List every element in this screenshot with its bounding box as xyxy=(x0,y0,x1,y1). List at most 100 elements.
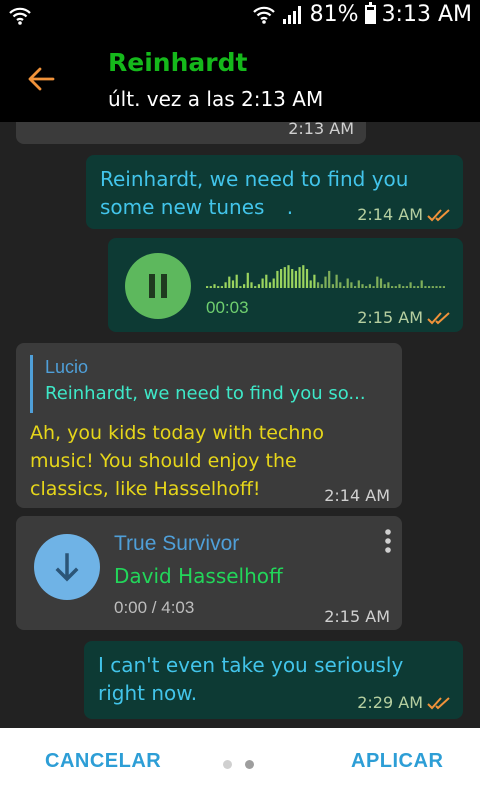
audio-artist: David Hasselhoff xyxy=(114,564,283,588)
waveform-bar xyxy=(365,286,368,288)
waveform-bar xyxy=(409,282,412,288)
battery-percent: 81% xyxy=(309,2,359,27)
waveform-bar xyxy=(405,286,408,288)
message-time: 2:13 AM xyxy=(288,122,354,138)
waveform-bar xyxy=(235,274,238,288)
page-indicator-dot-2[interactable] xyxy=(245,760,254,769)
waveform-bar xyxy=(387,282,390,288)
voice-message-bubble[interactable]: 00:03 2:15 AM xyxy=(108,238,463,332)
voice-elapsed-time: 00:03 xyxy=(206,298,249,317)
waveform-bar xyxy=(209,286,212,288)
waveform-bar xyxy=(354,286,357,288)
double-check-icon xyxy=(427,312,450,325)
waveform-bar xyxy=(246,272,249,288)
waveform-bar xyxy=(331,284,334,288)
waveform-bar xyxy=(442,286,445,288)
waveform-bar xyxy=(320,284,323,288)
waveform-bar xyxy=(268,282,272,288)
message-bubble-outgoing[interactable]: Reinhardt, we need to find you some new … xyxy=(86,155,463,229)
message-bubble-outgoing[interactable]: I can't even take you seriously right no… xyxy=(84,641,463,719)
wifi-icon xyxy=(252,6,275,24)
message-time: 2:15 AM xyxy=(357,308,423,327)
audio-progress: 0:00 / 4:03 xyxy=(114,598,195,617)
last-seen-status: últ. vez a las 2:13 AM xyxy=(108,87,324,111)
chat-header: Reinhardt últ. vez a las 2:13 AM xyxy=(0,34,480,122)
waveform-bar xyxy=(239,286,242,288)
waveform-bar xyxy=(272,278,275,288)
waveform-bar xyxy=(309,280,312,288)
reply-quote[interactable]: Lucio Reinhardt, we need to find you so.… xyxy=(30,355,386,413)
waveform-bar xyxy=(220,286,223,288)
audio-waveform[interactable] xyxy=(206,264,448,288)
message-time: 2:29 AM xyxy=(357,693,423,712)
waveform-bar xyxy=(383,284,386,288)
waveform-bar xyxy=(346,278,349,288)
download-button[interactable] xyxy=(34,534,100,600)
back-arrow-icon[interactable] xyxy=(26,64,56,94)
audio-title: True Survivor xyxy=(114,532,240,555)
waveform-bar xyxy=(257,284,260,288)
waveform-bar xyxy=(350,282,353,288)
waveform-bar xyxy=(420,280,423,288)
waveform-bar xyxy=(439,286,442,288)
waveform-bar xyxy=(413,286,416,288)
waveform-bar xyxy=(243,284,246,288)
waveform-bar xyxy=(402,286,405,288)
waveform-bar xyxy=(357,280,360,288)
waveform-bar xyxy=(313,274,316,288)
waveform-bar xyxy=(361,284,364,288)
waveform-bar xyxy=(231,280,235,288)
message-time: 2:15 AM xyxy=(324,607,390,626)
waveform-bar xyxy=(424,286,427,288)
message-time: 2:14 AM xyxy=(357,205,423,224)
bottom-action-bar: CANCELAR APLICAR xyxy=(0,728,480,800)
waveform-bar xyxy=(368,284,371,288)
audio-file-bubble[interactable]: True Survivor David Hasselhoff 0:00 / 4:… xyxy=(16,516,402,630)
waveform-bar xyxy=(428,286,431,288)
waveform-bar xyxy=(435,286,438,288)
waveform-bar xyxy=(394,286,397,288)
more-options-icon[interactable] xyxy=(382,528,394,554)
battery-icon xyxy=(364,2,376,24)
quoted-author: Lucio xyxy=(45,357,89,377)
waveform-bar xyxy=(317,282,320,288)
waveform-bar xyxy=(372,286,375,288)
waveform-bar xyxy=(283,267,286,288)
apply-button[interactable]: APLICAR xyxy=(351,750,443,773)
message-bubble-incoming[interactable]: 2:13 AM xyxy=(16,122,366,144)
waveform-bar xyxy=(287,265,290,288)
download-arrow-icon xyxy=(55,553,79,582)
waveform-bar xyxy=(328,270,331,288)
pause-icon xyxy=(149,274,167,298)
wifi-icon xyxy=(9,7,31,25)
double-check-icon xyxy=(427,209,450,222)
waveform-bar xyxy=(261,278,264,288)
page-indicator-dot-1[interactable] xyxy=(223,760,232,769)
waveform-bar xyxy=(276,270,279,288)
waveform-bar xyxy=(291,269,294,288)
contact-name[interactable]: Reinhardt xyxy=(108,48,247,77)
waveform-bar xyxy=(335,274,338,288)
waveform-bar xyxy=(376,276,379,288)
double-check-icon xyxy=(427,697,450,710)
waveform-bar xyxy=(379,278,383,288)
waveform-bar xyxy=(294,270,297,288)
waveform-bar xyxy=(339,282,342,288)
cancel-button[interactable]: CANCELAR xyxy=(45,750,161,773)
waveform-bar xyxy=(416,286,420,288)
waveform-bar xyxy=(298,267,301,288)
waveform-bar xyxy=(342,286,346,288)
waveform-bar xyxy=(302,265,305,288)
waveform-bar xyxy=(398,284,401,288)
clock: 3:13 AM xyxy=(381,2,472,27)
waveform-bar xyxy=(265,274,268,288)
message-bubble-incoming[interactable]: Lucio Reinhardt, we need to find you so.… xyxy=(16,343,402,508)
waveform-bar xyxy=(431,286,434,288)
waveform-bar xyxy=(213,284,216,288)
waveform-bar xyxy=(224,282,227,288)
pause-button[interactable] xyxy=(125,253,191,319)
waveform-bar xyxy=(305,269,309,288)
status-bar: 81% 3:13 AM xyxy=(0,0,480,34)
message-list[interactable]: 2:13 AM Reinhardt, we need to find you s… xyxy=(0,122,480,728)
signal-icon xyxy=(282,5,301,24)
